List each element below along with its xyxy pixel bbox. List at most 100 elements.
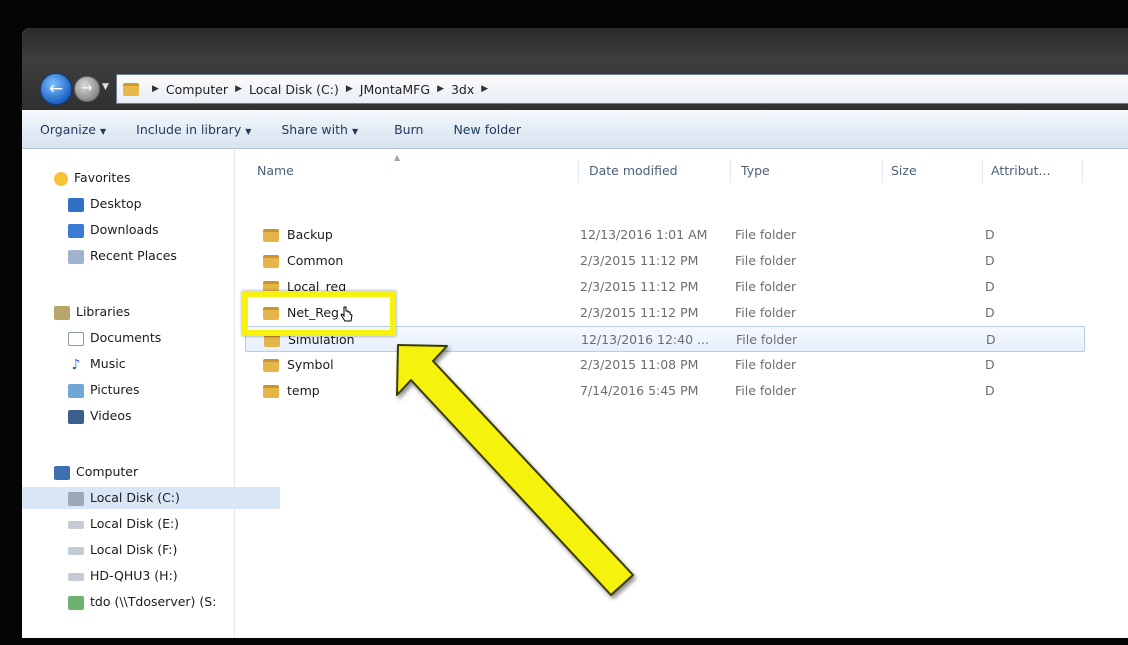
list-item[interactable]: Common 2/3/2015 11:12 PM File folder D	[245, 248, 1085, 274]
file-date: 7/14/2016 5:45 PM	[580, 383, 699, 398]
file-date: 2/3/2015 11:12 PM	[580, 279, 699, 294]
breadcrumb-computer[interactable]: Computer	[166, 82, 228, 97]
nav-label: Music	[90, 356, 126, 371]
folder-icon	[263, 385, 279, 398]
share-with-label: Share with	[281, 121, 348, 137]
organize-button[interactable]: Organize ▼	[40, 122, 106, 137]
network-drive-icon	[68, 595, 84, 610]
column-header-size[interactable]: Size	[883, 159, 983, 183]
list-item[interactable]: temp 7/14/2016 5:45 PM File folder D	[245, 378, 1085, 404]
command-bar: Organize ▼ Include in library ▼ Share with…	[22, 110, 1128, 149]
chevron-right-icon[interactable]: ▶	[152, 84, 159, 94]
new-folder-button[interactable]: New folder	[453, 122, 521, 137]
file-attr: D	[985, 227, 995, 242]
column-headers: ▲ Name Date modified Type Size Attribut.…	[235, 149, 1128, 185]
file-type: File folder	[735, 357, 797, 372]
column-header-attributes[interactable]: Attribut...	[983, 159, 1083, 183]
hand-cursor-icon	[340, 306, 353, 322]
drive-icon	[68, 520, 84, 529]
star-icon	[54, 171, 68, 186]
organize-label: Organize	[40, 121, 96, 137]
pictures-icon	[68, 383, 84, 398]
file-date: 12/13/2016 12:40 ...	[581, 332, 709, 347]
videos-icon	[68, 409, 84, 424]
include-in-library-label: Include in library	[136, 121, 242, 137]
history-dropdown-icon[interactable]: ▼	[102, 80, 112, 94]
file-attr: D	[985, 305, 995, 320]
burn-button[interactable]: Burn	[394, 122, 423, 137]
file-attr: D	[985, 253, 995, 268]
file-type: File folder	[735, 383, 797, 398]
nav-favorites[interactable]: Favorites	[22, 167, 266, 189]
music-icon: ♪	[71, 356, 81, 373]
nav-label: Local Disk (E:)	[90, 516, 180, 531]
file-attr: D	[985, 383, 995, 398]
nav-label: Local Disk (F:)	[90, 542, 178, 557]
chevron-right-icon[interactable]: ▶	[235, 84, 242, 94]
title-bar: ← → ▼ ▶ Computer ▶ Local Disk (C:) ▶ JMo…	[22, 28, 1128, 110]
folder-icon	[123, 82, 139, 96]
back-arrow-icon[interactable]: ←	[40, 73, 72, 105]
explorer-window: ← → ▼ ▶ Computer ▶ Local Disk (C:) ▶ JMo…	[22, 28, 1128, 638]
drive-icon	[68, 572, 84, 581]
file-list: Backup 12/13/2016 1:01 AM File folder D …	[235, 188, 1128, 638]
nav-label: tdo (\\Tdoserver) (S:	[90, 594, 217, 609]
nav-computer[interactable]: Computer	[22, 461, 266, 483]
nav-label: Documents	[90, 330, 162, 345]
nav-libraries[interactable]: Libraries	[22, 301, 266, 323]
downloads-icon	[68, 223, 84, 238]
nav-label: Downloads	[90, 222, 159, 237]
highlight-box	[242, 291, 396, 336]
nav-label: Videos	[90, 408, 132, 423]
folder-icon	[263, 229, 279, 242]
file-attr: D	[986, 332, 996, 347]
file-date: 2/3/2015 11:12 PM	[580, 253, 699, 268]
libraries-icon	[54, 305, 70, 320]
nav-label: HD-QHU3 (H:)	[90, 568, 178, 583]
chevron-right-icon[interactable]: ▶	[437, 84, 444, 94]
nav-label: Computer	[76, 464, 139, 479]
file-type: File folder	[735, 227, 797, 242]
file-type: File folder	[735, 279, 797, 294]
file-date: 2/3/2015 11:08 PM	[580, 357, 699, 372]
column-header-date-modified[interactable]: Date modified	[581, 159, 731, 183]
list-item[interactable]: Backup 12/13/2016 1:01 AM File folder D	[245, 222, 1085, 248]
chevron-down-icon: ▼	[351, 126, 359, 136]
documents-icon	[68, 331, 84, 346]
include-in-library-button[interactable]: Include in library ▼	[136, 122, 251, 137]
file-name: Symbol	[287, 357, 334, 372]
file-name: temp	[287, 383, 320, 398]
nav-label: Pictures	[90, 382, 140, 397]
nav-label: Desktop	[90, 196, 142, 211]
forward-arrow-icon[interactable]: →	[74, 76, 100, 102]
drive-icon	[68, 491, 84, 506]
nav-label: Libraries	[76, 304, 130, 319]
desktop-icon	[68, 197, 84, 212]
address-bar[interactable]: ▶ Computer ▶ Local Disk (C:) ▶ JMontaMFG…	[116, 74, 1128, 104]
nav-label: Local Disk (C:)	[90, 490, 180, 505]
folder-icon	[263, 359, 279, 372]
column-header-type[interactable]: Type	[733, 159, 883, 183]
chevron-down-icon: ▼	[245, 126, 252, 136]
chevron-right-icon[interactable]: ▶	[481, 84, 488, 94]
column-header-name[interactable]: Name	[249, 159, 579, 183]
chevron-right-icon[interactable]: ▶	[346, 84, 353, 94]
file-attr: D	[985, 357, 995, 372]
file-attr: D	[985, 279, 995, 294]
file-type: File folder	[735, 305, 797, 320]
drive-icon	[68, 546, 84, 555]
list-item[interactable]: Symbol 2/3/2015 11:08 PM File folder D	[245, 352, 1085, 378]
screen: ← → ▼ ▶ Computer ▶ Local Disk (C:) ▶ JMo…	[0, 0, 1128, 645]
file-date: 12/13/2016 1:01 AM	[580, 227, 708, 242]
folder-icon	[263, 255, 279, 268]
file-type: File folder	[736, 332, 798, 347]
share-with-button[interactable]: Share with ▼	[281, 122, 358, 137]
computer-icon	[54, 465, 70, 480]
recent-places-icon	[68, 249, 84, 264]
breadcrumb-local-disk-c[interactable]: Local Disk (C:)	[249, 82, 339, 97]
file-date: 2/3/2015 11:12 PM	[580, 305, 699, 320]
file-name: Backup	[287, 227, 333, 242]
breadcrumb-3dx[interactable]: 3dx	[451, 82, 474, 97]
breadcrumb-jmontamfg[interactable]: JMontaMFG	[360, 82, 430, 97]
chevron-down-icon: ▼	[100, 126, 107, 136]
